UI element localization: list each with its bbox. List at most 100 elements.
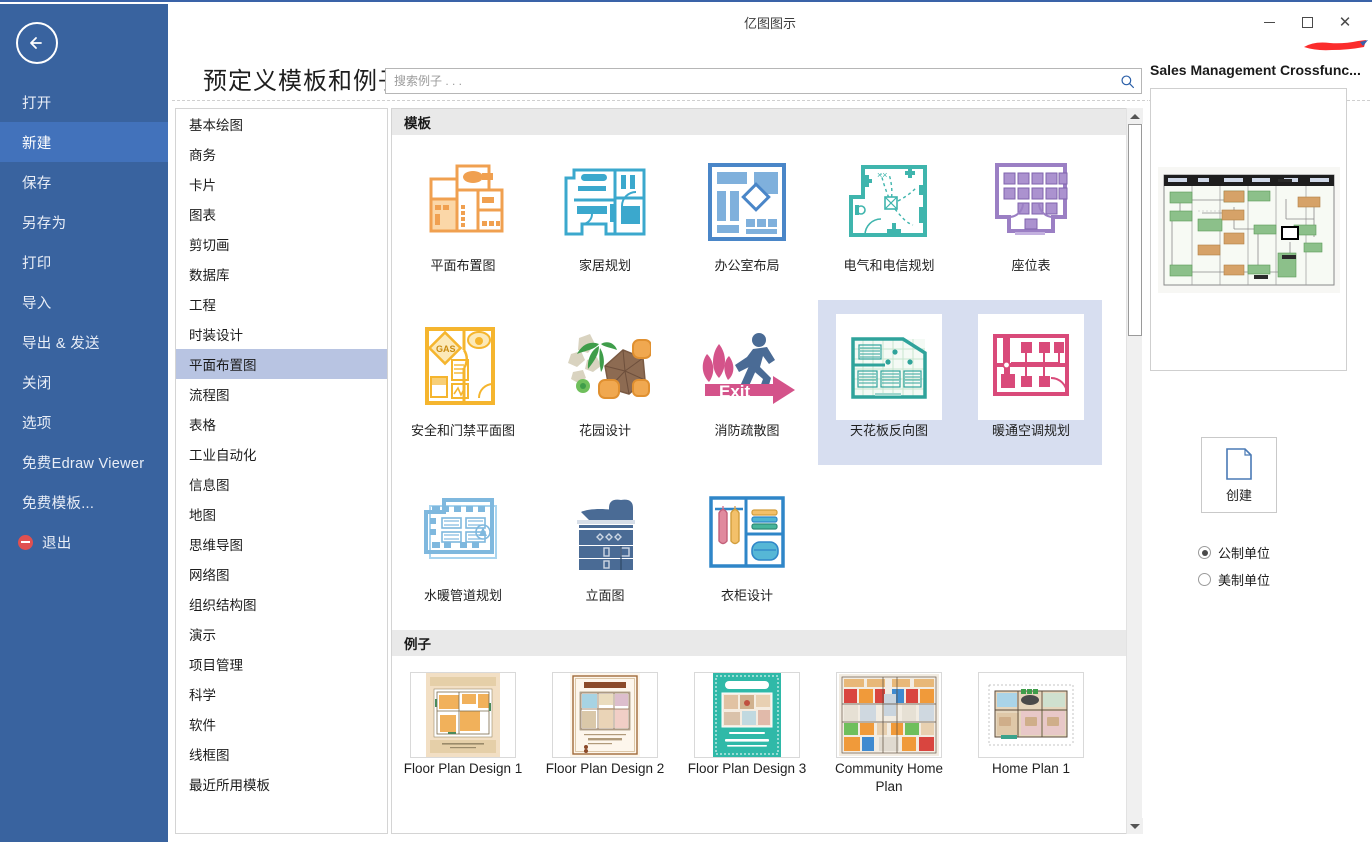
template-label: 消防疏散图 [714,423,780,438]
template-label: 水暖管道规划 [423,588,502,603]
elevation-icon [552,479,658,585]
scroll-down-button[interactable] [1127,818,1143,834]
radio-imperial-icon [1198,573,1211,586]
unit-option-metric[interactable]: 公制单位 [1198,543,1270,562]
template-cell[interactable]: 天花板反向图 [818,300,960,465]
template-label: 办公室布局 [714,258,780,273]
category-item[interactable]: 商务 [176,139,387,169]
sidebar-item-export-send[interactable]: 导出 & 发送 [0,322,168,362]
sidebar-item-exit[interactable]: 退出 [0,522,168,562]
category-label: 平面布置图 [189,358,257,373]
close-icon: ✕ [1338,12,1352,31]
back-button[interactable] [16,22,58,64]
category-item[interactable]: 平面布置图 [176,349,387,379]
template-cell[interactable]: 座位表 [960,135,1102,300]
category-item[interactable]: 线框图 [176,739,387,769]
preview-title: Sales Management Crossfunc... [1150,62,1361,78]
template-label: 平面布置图 [430,258,496,273]
category-item[interactable]: 时装设计 [176,319,387,349]
sidebar-item-print[interactable]: 打印 [0,242,168,282]
template-cell[interactable]: 平面布置图 [392,135,534,300]
category-item[interactable]: 工业自动化 [176,439,387,469]
crossfunctional-flowchart-preview [1150,88,1347,371]
category-item[interactable]: 数据库 [176,259,387,289]
category-item[interactable]: 信息图 [176,469,387,499]
category-item[interactable]: 软件 [176,709,387,739]
category-item[interactable]: 表格 [176,409,387,439]
category-label: 表格 [189,418,216,433]
category-item[interactable]: 剪切画 [176,229,387,259]
search-input[interactable] [386,69,1113,93]
sidebar-item-close[interactable]: 关闭 [0,362,168,402]
electrical-plan-icon: ×× [836,149,942,255]
template-label: 电气和电信规划 [843,258,935,273]
sidebar-label: 保存 [22,175,52,192]
scroll-up-button[interactable] [1127,108,1143,124]
category-list[interactable]: 基本绘图 商务 卡片 图表 剪切画数据库工程时装设计平面布置图流程图表格工业自动化信息图… [175,108,388,834]
category-item[interactable]: 思维导图 [176,529,387,559]
home-plan-1-thumb [978,672,1084,758]
template-cell[interactable]: 花园设计 [534,300,676,465]
category-label: 组织结构图 [189,598,257,613]
sidebar-label: 免费Edraw Viewer [22,455,145,472]
example-cell[interactable]: Community Home Plan [818,656,960,831]
svg-text:××: ×× [877,170,888,180]
template-cell[interactable]: 立面图 [534,465,676,630]
unit-option-imperial[interactable]: 美制单位 [1198,570,1270,589]
template-cell[interactable]: 家居规划 [534,135,676,300]
maximize-button[interactable] [1288,8,1326,36]
example-cell[interactable]: Home Plan 1 [960,656,1102,831]
template-cell[interactable]: 暖通空调规划 [960,300,1102,465]
example-cell[interactable]: Floor Plan Design 2 [534,656,676,831]
minimize-button[interactable] [1250,8,1288,36]
category-item[interactable]: 图表 [176,199,387,229]
template-label: 花园设计 [578,423,631,438]
sidebar-item-open[interactable]: 打开 [0,82,168,122]
create-button[interactable]: 创建 [1201,437,1277,513]
sidebar-item-save[interactable]: 保存 [0,162,168,202]
category-item[interactable]: 网络图 [176,559,387,589]
template-cell[interactable]: 衣柜设计 [676,465,818,630]
sidebar-item-new[interactable]: 新建 [0,122,168,162]
gallery-scrollbar[interactable] [1126,108,1143,834]
category-label: 软件 [189,718,216,733]
category-item[interactable]: 最近所用模板 [176,769,387,799]
category-item[interactable]: 项目管理 [176,649,387,679]
template-cell[interactable]: 水暖管道规划 [392,465,534,630]
sidebar-item-free-viewer[interactable]: 免费Edraw Viewer [0,442,168,482]
sidebar-item-import[interactable]: 导入 [0,282,168,322]
sidebar-item-options[interactable]: 选项 [0,402,168,442]
category-label: 时装设计 [189,328,243,343]
category-label: 数据库 [189,268,230,283]
category-item[interactable]: 流程图 [176,379,387,409]
category-label: 线框图 [189,748,230,763]
example-label: Floor Plan Design 1 [403,761,523,776]
backstage-sidebar: 打开 新建 保存 另存为 打印 导入 导出 & 发送 关闭 选项 免费Edraw… [0,4,168,842]
category-label: 思维导图 [189,538,243,553]
template-cell[interactable]: Exit 消防疏散图 [676,300,818,465]
template-cell[interactable]: ×× 电气和电信规划 [818,135,960,300]
category-label: 信息图 [189,478,230,493]
scrollbar-thumb[interactable] [1128,124,1142,336]
category-item[interactable]: 组织结构图 [176,589,387,619]
example-cell[interactable]: Floor Plan Design 3 [676,656,818,831]
category-label: 项目管理 [189,658,243,673]
sidebar-item-save-as[interactable]: 另存为 [0,202,168,242]
community-home-plan-thumb [836,672,942,758]
category-item[interactable]: 科学 [176,679,387,709]
category-label: 流程图 [189,388,230,403]
category-label: 工业自动化 [189,448,257,463]
category-item[interactable]: 演示 [176,619,387,649]
search-button[interactable] [1113,74,1141,89]
template-cell[interactable]: GAS 安全和门禁平面图 [392,300,534,465]
sidebar-item-free-templates[interactable]: 免费模板... [0,482,168,522]
category-item[interactable]: 地图 [176,499,387,529]
template-cell[interactable]: 办公室布局 [676,135,818,300]
right-panel-divider [1148,4,1149,842]
category-item[interactable]: 基本绘图 [176,109,387,139]
close-button[interactable]: ✕ [1326,8,1364,36]
example-cell[interactable]: Floor Plan Design 1 [392,656,534,831]
category-label: 网络图 [189,568,230,583]
category-item[interactable]: 工程 [176,289,387,319]
category-item[interactable]: 卡片 [176,169,387,199]
